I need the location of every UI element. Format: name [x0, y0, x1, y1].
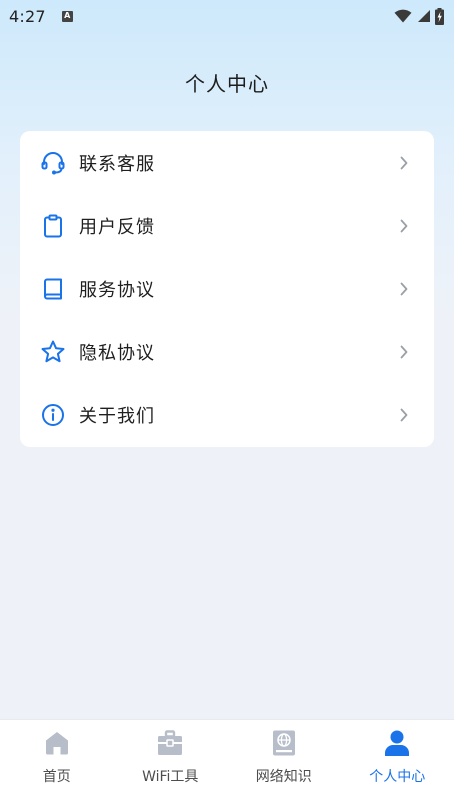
nav-tab-profile[interactable]: 个人中心: [341, 720, 454, 789]
menu-item-contact-support[interactable]: 联系客服: [20, 131, 434, 194]
nav-tab-network-knowledge[interactable]: 网络知识: [227, 720, 341, 789]
menu-item-label: 隐私协议: [79, 343, 155, 365]
menu-item-user-feedback[interactable]: 用户反馈: [20, 194, 434, 257]
menu-item-label: 关于我们: [79, 406, 155, 428]
toolbox-icon: [155, 728, 185, 758]
menu-item-label: 用户反馈: [79, 216, 155, 238]
status-left: 4:27 A: [9, 7, 73, 26]
cellular-signal-icon: [416, 9, 431, 23]
menu-item-service-agreement[interactable]: 服务协议: [20, 257, 434, 320]
nav-label: 个人中心: [369, 769, 426, 785]
nav-tab-home[interactable]: 首页: [0, 720, 114, 789]
wifi-icon: [394, 9, 412, 23]
chevron-right-icon: [398, 344, 410, 360]
notification-a-icon: A: [61, 10, 73, 22]
chevron-right-icon: [398, 155, 410, 171]
status-bar: 4:27 A: [0, 0, 454, 32]
status-right: [394, 7, 444, 25]
home-icon: [42, 728, 72, 758]
nav-label: 首页: [42, 769, 71, 785]
battery-charging-icon: [435, 7, 444, 25]
screen: 4:27 A 个人中心 联系客服 用户反馈 服务协议 隐私协议 关于我们 首页 …: [0, 0, 454, 808]
status-time: 4:27: [9, 6, 46, 26]
nav-label: 网络知识: [255, 769, 312, 785]
chevron-right-icon: [398, 407, 410, 423]
clipboard-icon: [40, 213, 66, 239]
headset-icon: [40, 150, 66, 176]
page-title: 个人中心: [185, 72, 269, 96]
nav-label: WiFi工具: [142, 769, 199, 785]
bottom-nav: 首页 WiFi工具 网络知识 个人中心: [0, 719, 454, 789]
menu-card: 联系客服 用户反馈 服务协议 隐私协议 关于我们: [20, 131, 434, 447]
chevron-right-icon: [398, 218, 410, 234]
menu-item-label: 联系客服: [79, 153, 155, 175]
menu-item-about-us[interactable]: 关于我们: [20, 384, 434, 447]
chevron-right-icon: [398, 281, 410, 297]
book-icon: [40, 276, 66, 302]
person-icon: [382, 728, 412, 758]
star-icon: [40, 339, 66, 365]
info-circle-icon: [40, 402, 66, 428]
menu-item-label: 服务协议: [79, 279, 155, 301]
gesture-bar-area: [0, 789, 454, 808]
globe-book-icon: [269, 728, 299, 758]
nav-tab-wifi-tools[interactable]: WiFi工具: [114, 720, 228, 789]
menu-item-privacy-agreement[interactable]: 隐私协议: [20, 321, 434, 384]
